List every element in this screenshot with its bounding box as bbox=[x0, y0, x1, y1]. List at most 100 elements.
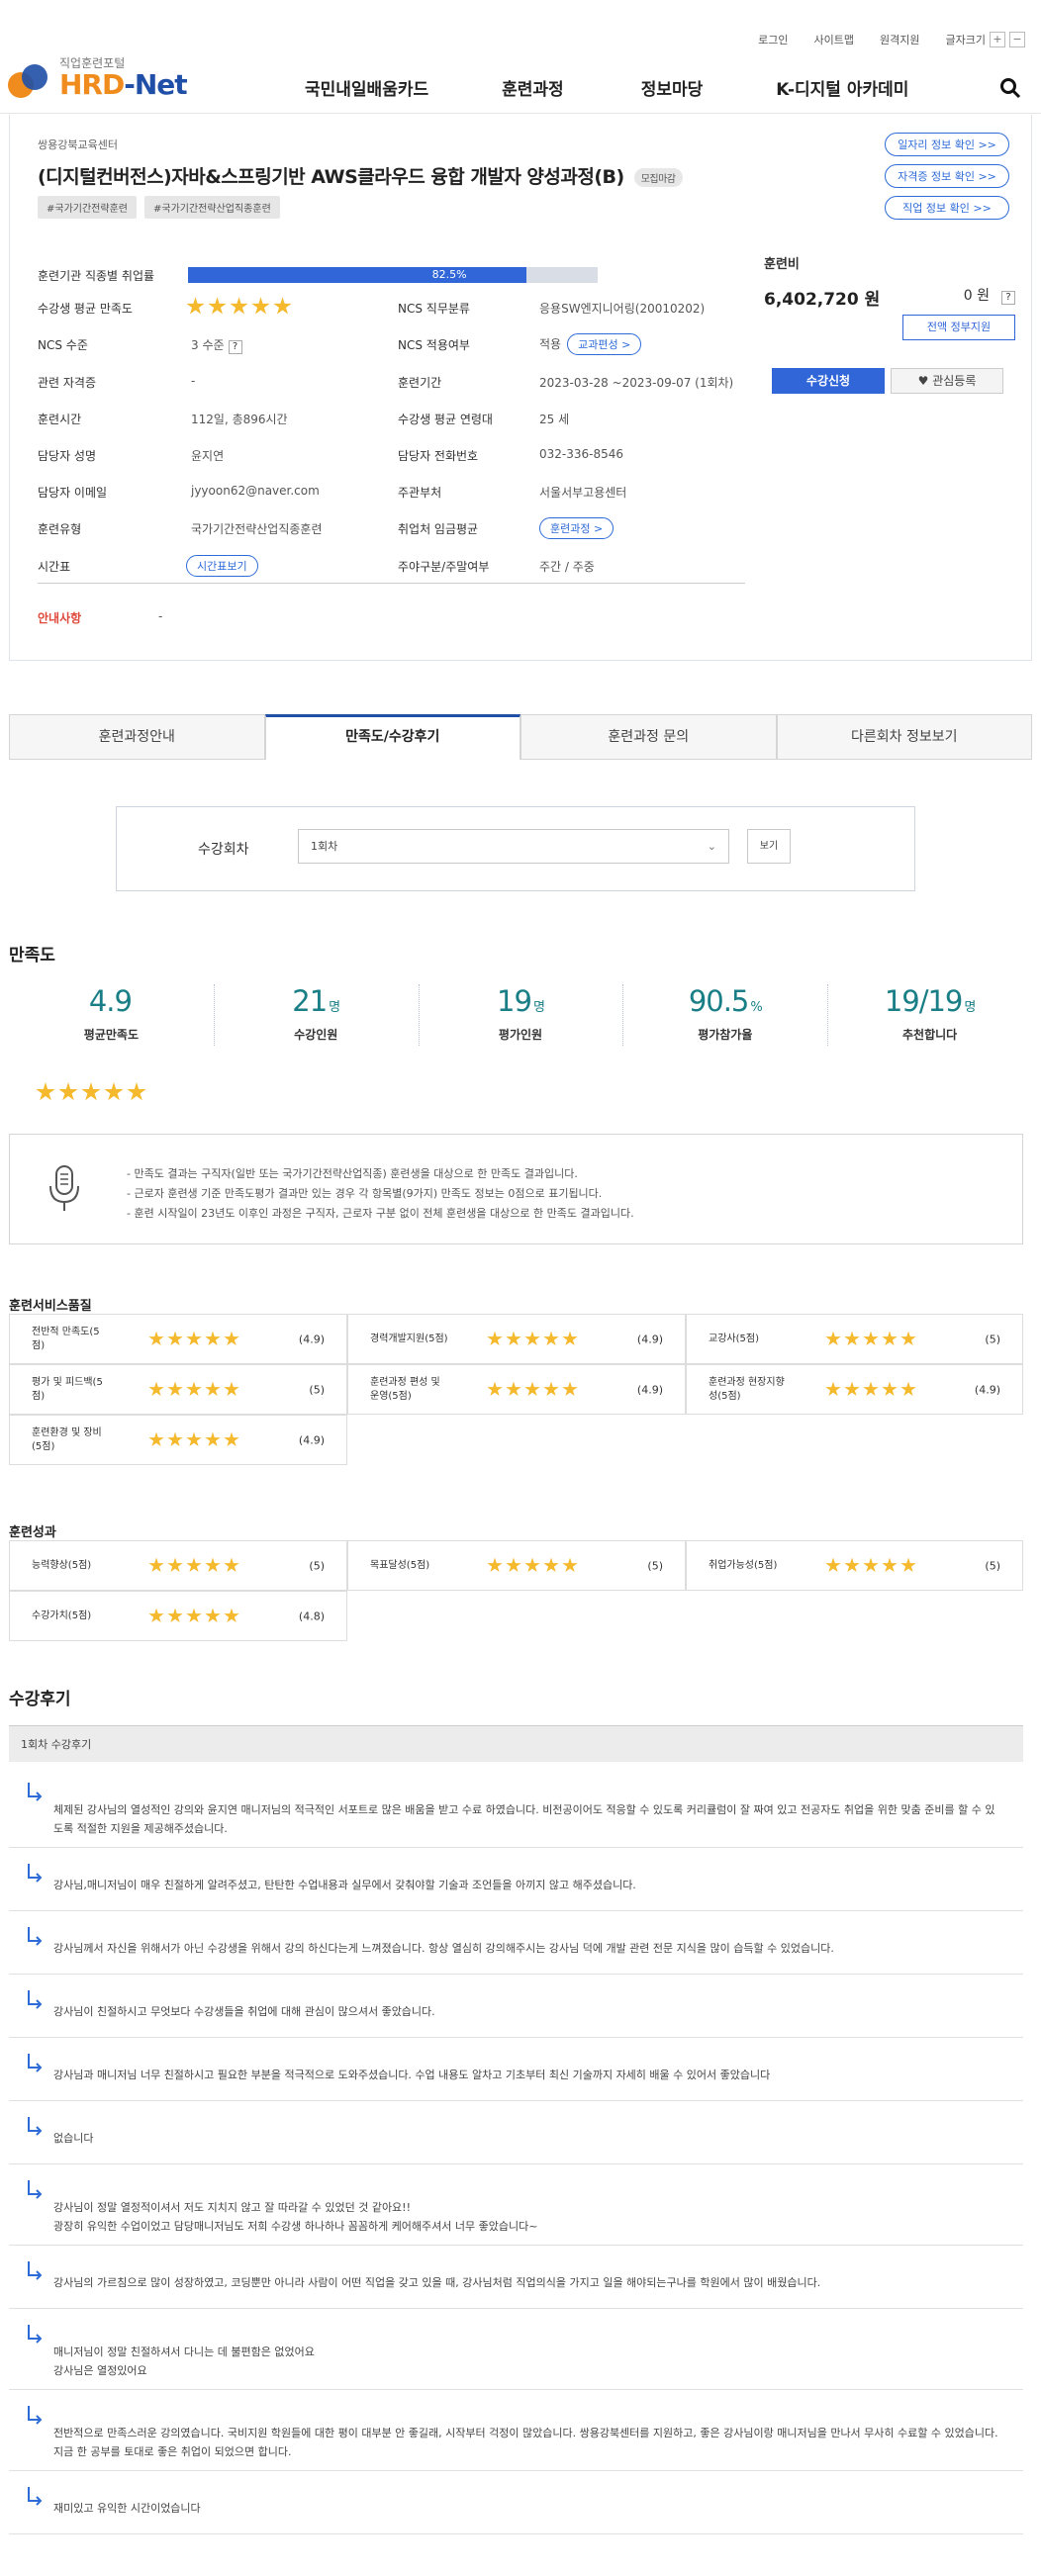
review-item: 강사님이 친절하시고 무엇보다 수강생들을 취업에 대해 관심이 많으셔서 좋았… bbox=[9, 1975, 1023, 2038]
star-icon bbox=[148, 1608, 164, 1623]
tab-course-info[interactable]: 훈련과정안내 bbox=[9, 714, 265, 760]
star-icon bbox=[186, 1381, 202, 1397]
site-header: 로그인 사이트맵 원격지원 글자크기 + − 직업훈련포털 HRD-Net 국민… bbox=[0, 0, 1041, 114]
remote-support-link[interactable]: 원격지원 bbox=[880, 32, 919, 47]
detail-label: 관련 자격증 bbox=[38, 375, 97, 390]
training-org: 쌍용강북교육센터 bbox=[38, 138, 118, 151]
detail-value: 훈련과정 > bbox=[539, 517, 615, 540]
nav-k-digital[interactable]: K-디지털 아카데미 bbox=[776, 75, 908, 100]
detail-value: jyyoon62@naver.com bbox=[191, 484, 320, 499]
detail-value: 3 수준? bbox=[191, 336, 242, 355]
star-icon bbox=[205, 1331, 221, 1346]
star-icon bbox=[524, 1381, 540, 1397]
review-item: 전반적으로 만족스러운 강의였습니다. 국비지원 학원들에 대한 평이 대부분 … bbox=[9, 2390, 1023, 2471]
star-icon bbox=[205, 1557, 221, 1573]
occupation-info-link[interactable]: 직업 정보 확인 >> bbox=[885, 196, 1009, 220]
help-icon[interactable]: ? bbox=[1001, 291, 1015, 305]
star-icon bbox=[230, 297, 248, 315]
chevron-down-icon: ⌄ bbox=[707, 840, 716, 853]
sitemap-link[interactable]: 사이트맵 bbox=[814, 32, 854, 47]
help-icon[interactable]: ? bbox=[228, 340, 242, 355]
rating-score: (4.9) bbox=[298, 1333, 325, 1345]
curriculum-button[interactable]: 교과편성 > bbox=[567, 333, 642, 356]
cert-info-link[interactable]: 자격증 정보 확인 >> bbox=[885, 164, 1009, 188]
rating-cell: 전반적 만족도(5점) (4.9) bbox=[9, 1314, 347, 1364]
favorite-button[interactable]: ♥ 관심등록 bbox=[891, 368, 1003, 394]
star-icon bbox=[844, 1557, 860, 1573]
rating-score: (5) bbox=[309, 1383, 325, 1396]
nav-naeil-card[interactable]: 국민내일배움카드 bbox=[305, 75, 428, 100]
detail-value: 주간 / 주중 bbox=[539, 559, 595, 574]
page: { "header":{ "top_links":["로그인","사이트맵","… bbox=[0, 0, 1041, 2576]
stat-recommend: 19/19 명 추천합니다 bbox=[827, 984, 1032, 1048]
course-link-button[interactable]: 훈련과정 > bbox=[539, 517, 615, 540]
rating-stars bbox=[487, 1381, 578, 1398]
self-pay-amount: 0 원? bbox=[964, 285, 1015, 305]
review-text: 없습니다 bbox=[53, 2132, 94, 2145]
detail-value: 윤지연 bbox=[191, 448, 225, 463]
rating-score: (5) bbox=[985, 1333, 1000, 1345]
tab-other-sessions[interactable]: 다른회차 정보보기 bbox=[776, 714, 1032, 760]
review-item: 매니저님이 정말 친절하셔서 다니는 데 불편함은 없었어요 강사님은 열정있어요 bbox=[9, 2309, 1023, 2390]
review-item: 재미있고 유익한 시간이었습니다 bbox=[9, 2471, 1023, 2534]
review-text: 매니저님이 정말 친절하셔서 다니는 데 불편함은 없었어요 강사님은 열정있어요 bbox=[53, 2346, 315, 2377]
font-increase-button[interactable]: + bbox=[990, 32, 1005, 47]
review-item: 없습니다 bbox=[9, 2101, 1023, 2164]
tab-satisfaction[interactable]: 만족도/수강후기 bbox=[264, 714, 520, 760]
star-icon bbox=[543, 1557, 559, 1573]
outcomes-title: 훈련성과 bbox=[9, 1525, 56, 1540]
detail-value: 2023-03-28 ~2023-09-07 (1회차) bbox=[539, 375, 734, 390]
star-icon bbox=[186, 297, 205, 315]
tab-course-inquiry[interactable]: 훈련과정 문의 bbox=[520, 714, 777, 760]
reply-arrow-icon bbox=[28, 1783, 43, 1801]
rating-label: 교강사(5점) bbox=[709, 1333, 759, 1344]
reply-arrow-icon bbox=[28, 1864, 43, 1883]
review-text: 강사님의 가르침으로 많이 성장하였고, 코딩뿐만 아니라 사람이 어떤 직업을… bbox=[53, 2276, 821, 2289]
site-logo[interactable]: 직업훈련포털 HRD-Net bbox=[8, 56, 188, 101]
star-icon bbox=[524, 1557, 540, 1573]
star-icon bbox=[506, 1331, 521, 1346]
course-title: (디지털컨버전스)자바&스프링기반 AWS클라우드 융합 개발자 양성과정(B)… bbox=[38, 162, 683, 189]
timetable-button[interactable]: 시간표보기 bbox=[186, 554, 258, 577]
detail-label: NCS 수준 bbox=[38, 338, 88, 353]
nav-training-course[interactable]: 훈련과정 bbox=[502, 75, 564, 100]
session-select[interactable]: 1회차 ⌄ bbox=[298, 829, 729, 864]
rating-label: 훈련과정 현장지향성(5점) bbox=[709, 1376, 785, 1402]
reply-arrow-icon bbox=[28, 2117, 43, 2136]
login-link[interactable]: 로그인 bbox=[758, 32, 788, 47]
tag: #국가기간전략산업직종훈련 bbox=[143, 196, 280, 219]
search-icon[interactable] bbox=[999, 77, 1021, 99]
job-info-link[interactable]: 일자리 정보 확인 >> bbox=[885, 133, 1009, 156]
star-icon bbox=[186, 1557, 202, 1573]
detail-label: NCS 적용여부 bbox=[398, 338, 470, 353]
star-icon bbox=[224, 1431, 239, 1447]
star-icon bbox=[900, 1331, 916, 1346]
overall-rating-stars bbox=[36, 1082, 146, 1102]
nav-info[interactable]: 정보마당 bbox=[641, 75, 704, 100]
rating-cell: 능력향상(5점) (5) bbox=[9, 1540, 347, 1591]
course-detail-table: 훈련기관 직종별 취업률 82.5% 수강생 평균 만족도 NCS 직무분류 응… bbox=[38, 263, 740, 595]
font-decrease-button[interactable]: − bbox=[1009, 32, 1025, 47]
rating-score: (5) bbox=[985, 1559, 1000, 1572]
rating-score: (5) bbox=[647, 1559, 663, 1572]
detail-label: 수강생 평균 만족도 bbox=[38, 302, 133, 317]
full-support-badge: 전액 정부지원 bbox=[902, 315, 1015, 340]
rating-stars bbox=[487, 1331, 578, 1347]
rating-cell: 훈련환경 및 장비(5점) (4.9) bbox=[9, 1415, 347, 1465]
stat-avg-satisfaction: 4.9 평균만족도 bbox=[83, 984, 139, 1042]
detail-label: 훈련시간 bbox=[38, 412, 82, 426]
star-icon bbox=[844, 1381, 860, 1397]
detail-label: 주관부처 bbox=[398, 486, 442, 501]
rating-cell: 수강가치(5점) (4.8) bbox=[9, 1591, 347, 1641]
rating-label: 경력개발지원(5점) bbox=[370, 1333, 448, 1344]
rating-stars bbox=[148, 1608, 239, 1624]
star-icon bbox=[148, 1431, 164, 1447]
review-text: 강사님이 정말 열정적이셔서 저도 지치지 않고 잘 따라갈 수 있었던 것 같… bbox=[53, 2201, 538, 2233]
view-button[interactable]: 보기 bbox=[747, 829, 791, 864]
fee-label: 훈련비 bbox=[764, 257, 800, 272]
apply-button[interactable]: 수강신청 bbox=[772, 368, 885, 394]
star-icon bbox=[224, 1608, 239, 1623]
star-icon bbox=[900, 1557, 916, 1573]
review-text: 강사님,매니저님이 매우 친절하게 알려주셨고, 탄탄한 수업내용과 실무에서 … bbox=[53, 1879, 636, 1891]
rating-score: (4.9) bbox=[636, 1333, 663, 1345]
